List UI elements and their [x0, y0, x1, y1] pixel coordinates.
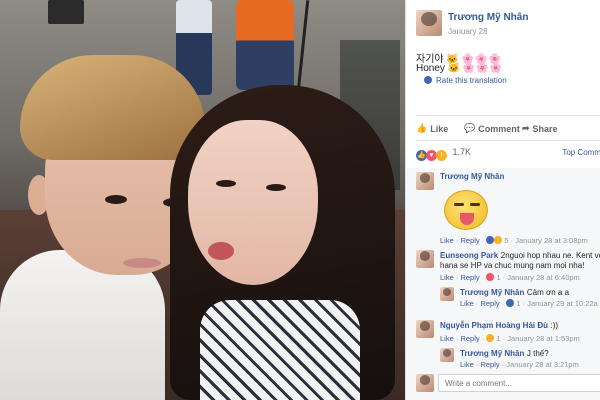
- comment-icon: 💬: [464, 123, 476, 133]
- comment-meta: Like · Reply · 1 · January 28 at 6:40pm: [440, 273, 580, 282]
- translate-icon: [424, 76, 432, 84]
- comment-reaction-count: 1: [496, 273, 501, 282]
- background-person: [48, 0, 84, 24]
- like-reaction-icon: [486, 236, 495, 244]
- comment-time[interactable]: January 28 at 3:08pm: [515, 236, 588, 245]
- comment-reaction-count: 5: [504, 236, 509, 245]
- commenter-avatar[interactable]: [416, 320, 434, 338]
- person-woman: [160, 85, 405, 400]
- comment-reply-link[interactable]: Reply: [480, 360, 499, 369]
- sticker-tongue: [460, 213, 474, 225]
- commenter-avatar[interactable]: [440, 287, 454, 301]
- reply-item: Trương Mỹ Nhân J thế? Like · Reply · Jan…: [440, 348, 600, 374]
- wow-reaction-icon: [494, 236, 503, 244]
- comment-meta: Like · Reply · 1 · January 29 at 10:22a: [460, 299, 598, 308]
- sticker-eye: [454, 203, 464, 206]
- woman-right-eye: [266, 184, 286, 191]
- comment-reaction-count: 1: [516, 299, 521, 308]
- like-reaction-icon: [506, 299, 515, 307]
- haha-reaction-icon: [486, 334, 495, 342]
- tongue-out-sticker: [444, 190, 488, 230]
- post-text-line-2: Honey 🐱 🌸🌸🌸: [416, 63, 503, 74]
- reply-body: Trương Mỹ Nhân Cảm ơn a a: [460, 287, 569, 297]
- comment-text: J thế?: [526, 349, 549, 358]
- post-photo[interactable]: [0, 0, 405, 400]
- man-left-eye: [105, 195, 127, 204]
- love-reaction-icon: [486, 273, 495, 281]
- comment-like-link[interactable]: Like: [460, 299, 474, 308]
- comment-button[interactable]: 💬 Comment: [464, 123, 520, 134]
- comment-text: Cảm ơn a a: [526, 288, 570, 297]
- post-actions: 👍 Like 💬 Comment ➦ Share: [416, 123, 600, 137]
- reply-body: Trương Mỹ Nhân J thế?: [460, 348, 549, 358]
- comment-text-continued: hana se HP va chuc mung nam moi nha!: [440, 261, 585, 270]
- comment-item: Eunseong Park 2nguoi hop nhau ne. Kent v…: [416, 250, 600, 286]
- comment-meta: Like · Reply · 1 · January 28 at 1:53pm: [440, 334, 580, 343]
- share-icon: ➦: [522, 123, 530, 133]
- commenter-name[interactable]: Nguyễn Phạm Hoàng Hải Đù: [440, 321, 548, 330]
- comment-input[interactable]: [438, 374, 600, 392]
- author-avatar[interactable]: [416, 10, 442, 36]
- commenter-name[interactable]: Trương Mỹ Nhân: [460, 349, 524, 358]
- comment-item: Nguyễn Phạm Hoàng Hải Đù :)) Like · Repl…: [416, 320, 600, 346]
- flower-emojis: 🌸🌸🌸: [462, 63, 504, 74]
- commenter-name[interactable]: Trương Mỹ Nhân: [440, 172, 504, 181]
- post-author-name[interactable]: Trương Mỹ Nhân: [448, 12, 528, 23]
- comment-time[interactable]: January 29 at 10:22a: [527, 299, 597, 308]
- thumbs-up-icon: 👍: [416, 123, 428, 133]
- woman-face: [188, 120, 318, 285]
- woman-left-eye: [216, 180, 236, 187]
- reaction-summary[interactable]: 👍 ♥! 1.7K Top Comm: [416, 147, 600, 161]
- comment-time[interactable]: January 28 at 1:53pm: [507, 334, 580, 343]
- comment-body: Nguyễn Phạm Hoàng Hải Đù :)): [440, 320, 558, 330]
- rate-translation-link[interactable]: Rate this translation: [424, 76, 507, 85]
- comment-text: :)): [550, 321, 559, 330]
- comment-reply-link[interactable]: Reply: [460, 334, 479, 343]
- write-comment-box: [416, 372, 600, 394]
- post-date[interactable]: January 28: [448, 27, 488, 36]
- comment-like-link[interactable]: Like: [440, 334, 454, 343]
- post-header: Trương Mỹ Nhân January 28: [406, 0, 600, 40]
- commenter-avatar[interactable]: [416, 172, 434, 190]
- comment-reply-link[interactable]: Reply: [460, 236, 479, 245]
- comment-body: Eunseong Park 2nguoi hop nhau ne. Kent v…: [440, 250, 600, 260]
- comments-section: Trương Mỹ Nhân Like · Reply · 5 · Januar…: [406, 168, 600, 400]
- divider: [416, 140, 600, 141]
- like-button[interactable]: 👍 Like: [416, 123, 448, 134]
- divider: [416, 115, 600, 116]
- comment-item: Trương Mỹ Nhân Like · Reply · 5 · Januar…: [416, 172, 600, 247]
- commenter-name[interactable]: Eunseong Park: [440, 251, 498, 260]
- man-lips: [123, 258, 161, 268]
- commenter-name[interactable]: Trương Mỹ Nhân: [460, 288, 524, 297]
- post-side-panel: Trương Mỹ Nhân January 28 자기야 🐱 🌸🌸🌸 Hone…: [405, 0, 600, 400]
- comment-like-link[interactable]: Like: [440, 273, 454, 282]
- share-button[interactable]: ➦ Share: [522, 123, 558, 134]
- comment-time[interactable]: January 28 at 3:21pm: [506, 360, 579, 369]
- comment-meta: Like · Reply · January 28 at 3:21pm: [460, 360, 579, 369]
- comment-text: 2nguoi hop nhau ne. Kent voi: [500, 251, 600, 260]
- reaction-count: 1.7K: [452, 147, 472, 157]
- comment-reply-link[interactable]: Reply: [480, 299, 499, 308]
- woman-shirt: [200, 300, 360, 400]
- comment-like-link[interactable]: Like: [460, 360, 474, 369]
- wow-reaction-icon: !: [436, 150, 447, 161]
- comment-like-link[interactable]: Like: [440, 236, 454, 245]
- comment-reply-link[interactable]: Reply: [460, 273, 479, 282]
- comment-meta: Like · Reply · 5 · January 28 at 3:08pm: [440, 236, 588, 245]
- comment-reaction-count: 1: [496, 334, 501, 343]
- reply-item: Trương Mỹ Nhân Cảm ơn a a Like · Reply ·…: [440, 287, 600, 313]
- current-user-avatar: [416, 374, 434, 392]
- background-child-orange: [236, 0, 294, 90]
- woman-lips: [208, 242, 234, 260]
- commenter-avatar[interactable]: [416, 250, 434, 268]
- comment-time[interactable]: January 28 at 6:40pm: [507, 273, 580, 282]
- commenter-avatar[interactable]: [440, 348, 454, 362]
- top-comments-dropdown[interactable]: Top Comm: [562, 148, 600, 157]
- cat-emoji: 🐱: [447, 63, 461, 74]
- post-text-translation: Honey: [416, 63, 445, 74]
- sticker-eye: [470, 203, 480, 206]
